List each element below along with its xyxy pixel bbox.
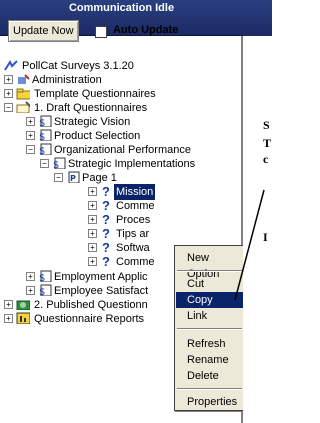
callout-arrow	[234, 189, 265, 301]
